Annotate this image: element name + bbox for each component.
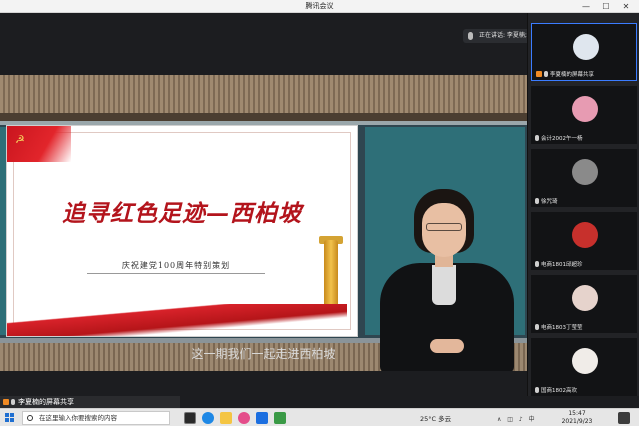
- close-button[interactable]: ✕: [617, 0, 635, 13]
- tencent-meeting-icon[interactable]: [256, 412, 268, 424]
- participant-tile[interactable]: 电商1801邱超珍: [531, 212, 637, 270]
- slide-subline: 庆祝建党100周年特别策划: [87, 260, 265, 274]
- file-explorer-icon[interactable]: [220, 412, 232, 424]
- participant-tile[interactable]: 会计2002午一杨: [531, 86, 637, 144]
- title-bar: 腾讯会议 — ☐ ✕: [0, 0, 639, 13]
- edge-browser-icon[interactable]: [202, 412, 214, 424]
- mic-icon: [11, 399, 15, 405]
- pillar-icon: [324, 240, 338, 312]
- wood-panel: [0, 75, 527, 113]
- participant-avatar: [573, 34, 599, 60]
- participant-name-row: 徐咒琦: [535, 197, 635, 205]
- maximize-button[interactable]: ☐: [597, 0, 615, 13]
- wechat-icon[interactable]: [274, 412, 286, 424]
- presenter-shirt: [432, 265, 456, 305]
- windows-taskbar: 在这里输入你要搜索的内容 25°C 多云 ∧ ◫ ♪ 中 15:47 2021/…: [0, 408, 639, 426]
- windows-start-icon[interactable]: [5, 413, 15, 423]
- weather-widget[interactable]: 25°C 多云: [420, 413, 451, 423]
- participant-tile[interactable]: 电商1803丁莹莹: [531, 275, 637, 333]
- participant-name: 李夏楠的屏幕共享: [550, 72, 595, 78]
- participant-tile[interactable]: 李夏楠的屏幕共享: [531, 23, 637, 81]
- participant-name: 电商1803丁莹莹: [541, 325, 583, 331]
- participant-name-row: 国商1802高欢: [535, 386, 635, 394]
- taskbar-search-input[interactable]: 在这里输入你要搜索的内容: [22, 411, 170, 425]
- participant-name-row: 会计2002午一杨: [535, 134, 635, 142]
- share-badge-icon: [3, 399, 9, 405]
- search-icon: [27, 415, 33, 421]
- taskbar-clock[interactable]: 15:47 2021/9/23: [555, 410, 599, 426]
- app-icon[interactable]: [238, 412, 250, 424]
- clock-time: 15:47: [568, 410, 586, 417]
- clock-date: 2021/9/23: [561, 418, 593, 425]
- mic-icon: [535, 324, 539, 330]
- participant-avatar: [572, 96, 598, 122]
- glasses-icon: [426, 223, 462, 231]
- video-subtitle: 这一期我们一起走进西柏坡: [191, 347, 336, 361]
- main-video-area: 正在讲话: 李夏楠; ☭ 追寻红色足迹—西柏坡 庆祝建党100周年特别策划 这一…: [0, 13, 571, 396]
- mic-icon: [535, 135, 539, 141]
- emblem-icon: ☭: [15, 133, 25, 146]
- participant-tile[interactable]: 徐咒琦: [531, 149, 637, 207]
- participant-name: 电商1801邱超珍: [541, 262, 583, 268]
- search-placeholder: 在这里输入你要搜索的内容: [39, 414, 117, 422]
- mic-icon: [535, 261, 539, 267]
- participant-name: 徐咒琦: [541, 199, 558, 205]
- board-rail: [0, 113, 527, 121]
- participant-name: 国商1802高欢: [541, 388, 577, 394]
- system-tray-icons[interactable]: ∧ ◫ ♪ 中: [497, 414, 537, 423]
- participant-name: 会计2002午一杨: [541, 136, 583, 142]
- participant-avatar: [572, 159, 598, 185]
- share-bar-label: 李夏楠的屏幕共享: [18, 398, 74, 406]
- task-view-icon[interactable]: [184, 412, 196, 424]
- red-ribbon: [7, 304, 347, 336]
- presenter-figure: [372, 189, 522, 371]
- window-title: 腾讯会议: [305, 2, 334, 10]
- participant-avatar: [572, 285, 598, 311]
- participant-name-row: 李夏楠的屏幕共享: [536, 70, 634, 78]
- participant-name-row: 电商1801邱超珍: [535, 260, 635, 268]
- speaking-label: 正在讲话: 李夏楠;: [479, 32, 527, 39]
- shared-video: ☭ 追寻红色足迹—西柏坡 庆祝建党100周年特别策划 这一期我们一起走进西柏坡: [0, 75, 527, 371]
- participant-name-row: 电商1803丁莹莹: [535, 323, 635, 331]
- party-flag-icon: ☭: [7, 126, 71, 162]
- screen-share-label[interactable]: 李夏楠的屏幕共享: [0, 396, 180, 408]
- notification-icon[interactable]: [618, 412, 630, 424]
- participant-sidebar[interactable]: 李夏楠的屏幕共享 会计2002午一杨 徐咒琦 电商1801邱超珍 电商1803丁…: [527, 13, 639, 396]
- participant-avatar: [572, 348, 598, 374]
- presentation-slide: ☭ 追寻红色足迹—西柏坡 庆祝建党100周年特别策划: [6, 125, 358, 337]
- mic-icon: [535, 198, 539, 204]
- minimize-button[interactable]: —: [577, 0, 595, 13]
- participant-avatar: [572, 222, 598, 248]
- share-badge-icon: [536, 71, 542, 77]
- mic-icon: [535, 387, 539, 393]
- slide-headline: 追寻红色足迹—西柏坡: [62, 200, 302, 227]
- mic-icon: [544, 71, 548, 77]
- mic-icon: [468, 32, 473, 40]
- participant-tile[interactable]: 国商1802高欢: [531, 338, 637, 396]
